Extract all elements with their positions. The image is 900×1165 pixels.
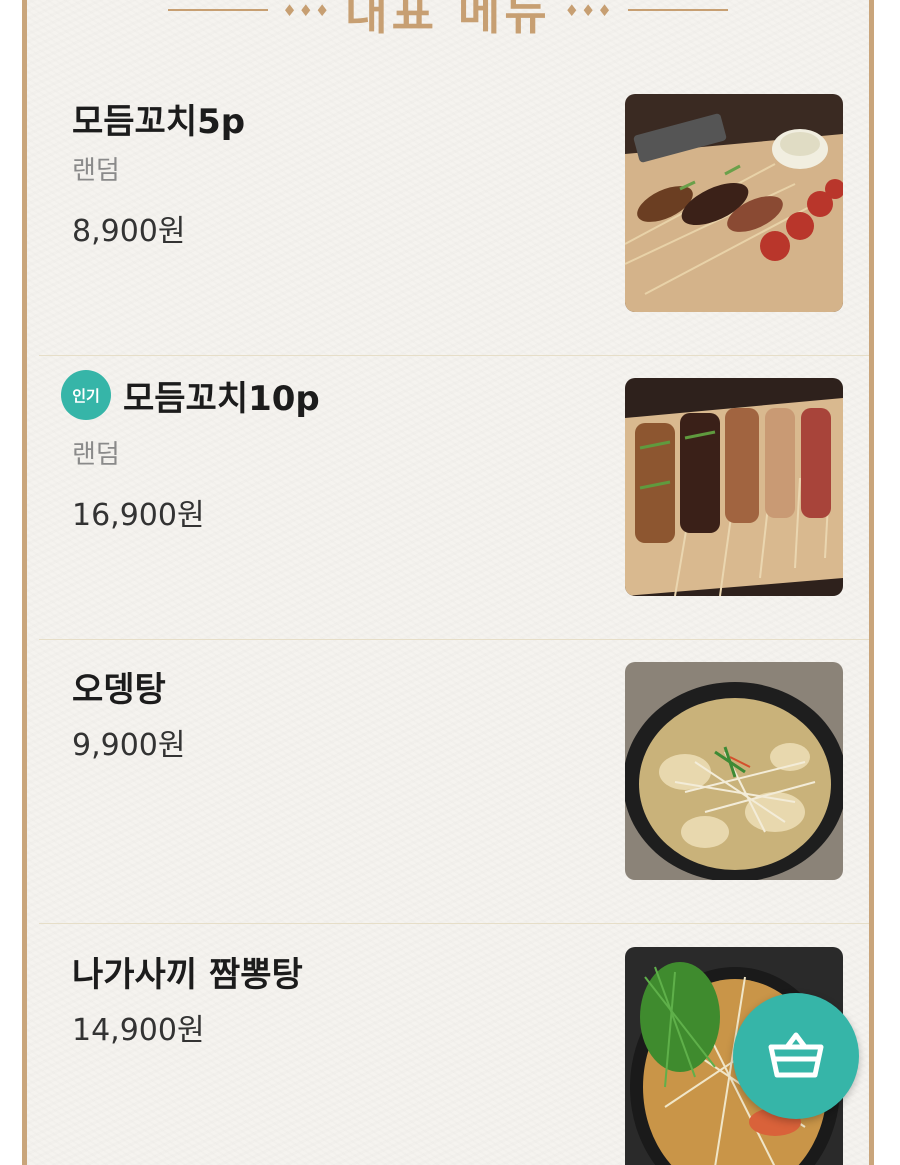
menu-item-price: 14,900원 (72, 1013, 205, 1048)
menu-item-price: 8,900원 (72, 214, 186, 249)
menu-item-name: 나가사끼 짬뽕탕 (72, 947, 303, 996)
menu-item-name-text: 모듬꼬치5p (72, 102, 246, 142)
header-rule-left (168, 9, 269, 11)
menu-item-price: 16,900원 (72, 498, 205, 533)
section-title: 대표 메뉴 (345, 0, 551, 40)
basket-icon (768, 1032, 824, 1078)
menu-item-name-text: 나가사끼 짬뽕탕 (72, 955, 303, 995)
menu-item-name: 오뎅탕 (72, 662, 166, 711)
menu-item[interactable]: 인기 모듬꼬치10p 랜덤 16,900원 (39, 356, 869, 640)
menu-item-price: 9,900원 (72, 728, 186, 763)
menu-item-name-text: 오뎅탕 (72, 670, 166, 710)
menu-item[interactable]: 오뎅탕 9,900원 (39, 640, 869, 924)
section-header: ♦♦♦ 대표 메뉴 ♦♦♦ (27, 0, 869, 40)
cart-button[interactable] (733, 993, 859, 1119)
menu-item-name: 인기 모듬꼬치10p (61, 370, 320, 420)
header-ornament-left: ♦♦♦ (282, 0, 332, 20)
menu-item-name-text: 모듬꼬치10p (123, 378, 320, 419)
menu-item-name: 모듬꼬치5p (72, 94, 245, 143)
menu-item[interactable]: 모듬꼬치5p 랜덤 8,900원 (39, 72, 869, 356)
menu-item-description: 랜덤 (72, 156, 120, 186)
menu-item-photo (625, 94, 843, 312)
menu-item-photo (625, 378, 843, 596)
menu-page: ♦♦♦ 대표 메뉴 ♦♦♦ 모듬꼬치5p 랜덤 8,900원 인기 모듬꼬치10… (22, 0, 874, 1165)
menu-item-photo (625, 662, 843, 880)
menu-item-description: 랜덤 (72, 440, 120, 470)
header-rule-right (627, 9, 728, 11)
popular-badge: 인기 (61, 370, 111, 420)
header-ornament-right: ♦♦♦ (564, 0, 614, 20)
